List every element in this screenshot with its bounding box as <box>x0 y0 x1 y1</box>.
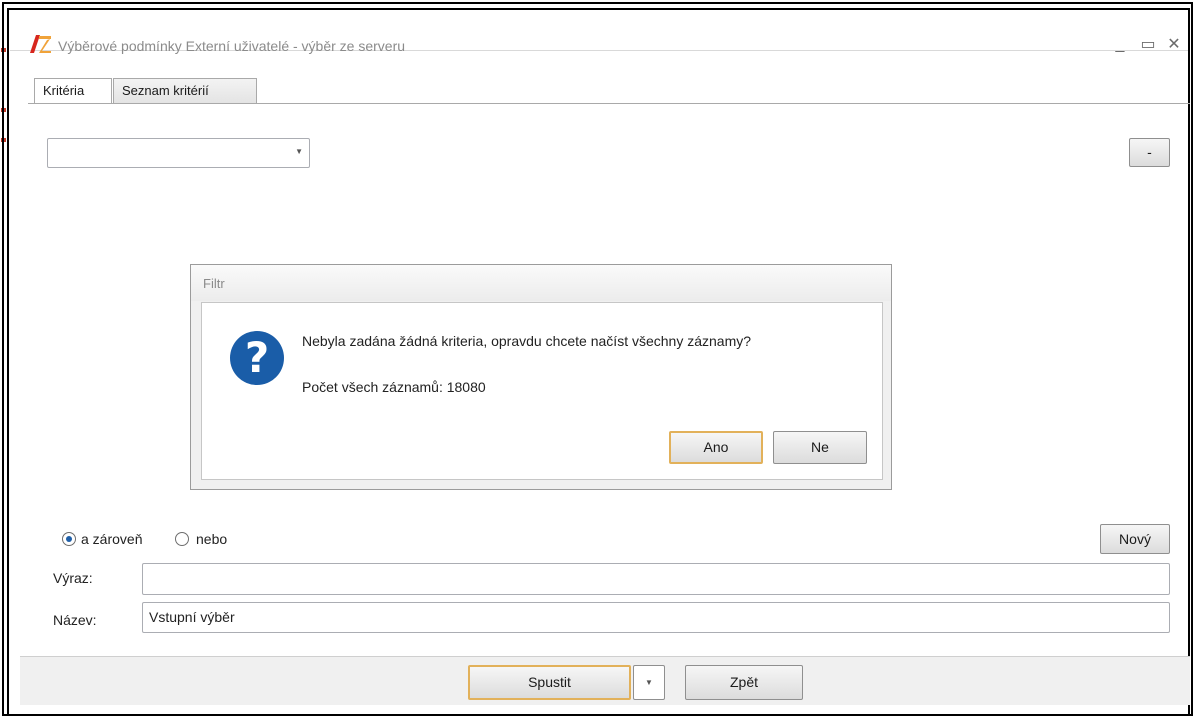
dialog-title: Filtr <box>203 276 225 291</box>
filter-dialog: Filtr ? Nebyla zadána žádná kriteria, op… <box>190 264 892 490</box>
or-radio[interactable] <box>175 532 189 546</box>
back-button[interactable]: Zpět <box>685 665 803 700</box>
chevron-down-icon: ▼ <box>295 147 303 156</box>
close-button[interactable]: ✕ <box>1164 36 1184 54</box>
new-button[interactable]: Nový <box>1100 524 1170 554</box>
title-bar: Výběrové podmínky Externí uživatelé - vý… <box>10 10 1188 54</box>
tab-strip-divider <box>28 103 1190 104</box>
record-count: Počet všech záznamů: 18080 <box>302 379 486 395</box>
or-radio-label[interactable]: nebo <box>196 531 227 547</box>
and-radio-label[interactable]: a zároveň <box>81 531 142 547</box>
tab-seznam-kriterii[interactable]: Seznam kritérií <box>113 78 257 104</box>
app-logo-icon <box>30 35 51 53</box>
name-field[interactable]: Vstupní výběr <box>142 602 1170 633</box>
minimize-button[interactable]: _ <box>1110 36 1130 54</box>
tab-kriteria[interactable]: Kritéria <box>34 78 112 104</box>
run-button[interactable]: Spustit <box>468 665 631 700</box>
yes-button[interactable]: Ano <box>669 431 763 464</box>
criteria-combobox[interactable]: ▼ <box>47 138 310 168</box>
and-radio-dot <box>66 536 72 542</box>
chevron-down-icon: ▼ <box>645 678 653 687</box>
maximize-button[interactable]: ▭ <box>1138 36 1158 54</box>
question-icon: ? <box>230 331 284 385</box>
expression-field[interactable] <box>142 563 1170 595</box>
remove-criterion-button[interactable]: - <box>1129 138 1170 167</box>
window-title: Výběrové podmínky Externí uživatelé - vý… <box>58 38 406 54</box>
no-button[interactable]: Ne <box>773 431 867 464</box>
name-label: Název: <box>53 612 97 628</box>
dialog-body: ? Nebyla zadána žádná kriteria, opravdu … <box>201 302 883 480</box>
expression-label: Výraz: <box>53 570 93 586</box>
dialog-title-bar: Filtr <box>191 265 891 301</box>
dialog-message: Nebyla zadána žádná kriteria, opravdu ch… <box>302 333 752 349</box>
and-radio[interactable] <box>62 532 76 546</box>
run-options-dropdown[interactable]: ▼ <box>633 665 665 700</box>
